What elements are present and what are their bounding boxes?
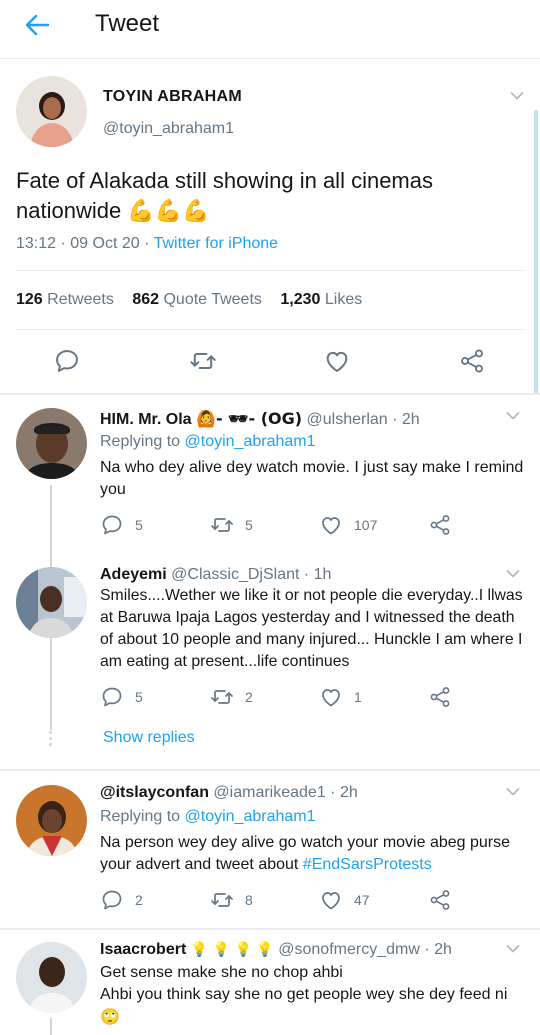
replying-to: Replying to @toyin_abraham1: [100, 808, 316, 825]
reply-icon[interactable]: [53, 347, 81, 375]
like-icon[interactable]: [319, 513, 343, 537]
hashtag-link[interactable]: #EndSarsProtests: [303, 856, 432, 873]
like-icon[interactable]: [319, 685, 343, 709]
reply-actions: 2 8 47: [100, 888, 530, 914]
divider: [0, 393, 540, 395]
like-icon[interactable]: [323, 347, 351, 375]
reply-author[interactable]: Isaacrobert 💡 💡 💡 💡 @sonofmercy_dmw · 2h: [100, 941, 452, 959]
replying-to-link[interactable]: @toyin_abraham1: [185, 808, 316, 825]
chevron-down-icon[interactable]: [506, 569, 520, 579]
share-icon[interactable]: [458, 347, 486, 375]
retweet-icon[interactable]: [210, 513, 234, 537]
replying-to-link[interactable]: @toyin_abraham1: [185, 433, 316, 450]
reply-count: 5: [135, 517, 143, 533]
like-icon[interactable]: [319, 888, 343, 912]
reply-icon[interactable]: [100, 513, 124, 537]
reply-text: Na person wey dey alive go watch your mo…: [100, 834, 510, 873]
author-name[interactable]: TOYIN ABRAHAM: [103, 88, 242, 106]
reply-actions: 5 5 107: [100, 513, 530, 539]
tweet-text: Fate of Alakada still showing in all cin…: [16, 168, 433, 224]
face-emoji: 🙄: [100, 1007, 120, 1026]
tweet-actions: [0, 340, 540, 380]
chevron-down-icon[interactable]: [510, 91, 524, 101]
tweet-source-link[interactable]: Twitter for iPhone: [154, 235, 279, 252]
replying-to: Replying to @toyin_abraham1: [100, 433, 316, 450]
page-title: Tweet: [95, 10, 160, 37]
divider: [16, 329, 524, 330]
avatar[interactable]: [16, 567, 87, 638]
reply-author[interactable]: HIM. Mr. Ola 🙆- 🕶- (OG) @ulsherlan · 2h: [100, 409, 420, 429]
chevron-down-icon[interactable]: [506, 787, 520, 797]
share-icon[interactable]: [428, 888, 452, 912]
retweet-count: 8: [245, 892, 253, 908]
author-handle[interactable]: @toyin_abraham1: [103, 120, 234, 138]
reply-actions: 5 2 1: [100, 685, 530, 711]
top-bar: Tweet: [0, 0, 540, 52]
reply-text: Na who dey alive dey watch movie. I just…: [100, 459, 524, 498]
thread-line: [50, 1018, 52, 1035]
retweet-icon[interactable]: [189, 347, 217, 375]
reply-author[interactable]: Adeyemi @Classic_DjSlant · 1h: [100, 566, 331, 584]
like-count: 1: [354, 689, 362, 705]
reply-author[interactable]: @itslayconfan @iamarikeade1 · 2h: [100, 784, 358, 802]
retweet-icon[interactable]: [210, 685, 234, 709]
back-arrow-icon[interactable]: [22, 10, 52, 40]
thread-dots: [49, 731, 53, 749]
avatar[interactable]: [16, 76, 87, 147]
retweet-count: 5: [245, 517, 253, 533]
share-icon[interactable]: [428, 685, 452, 709]
name-emojis: 🙆- 🕶- (OG): [196, 409, 303, 428]
retweet-count: 2: [245, 689, 253, 705]
avatar[interactable]: [16, 408, 87, 479]
divider: [0, 58, 540, 59]
tweet-meta: 13:12 · 09 Oct 20 · Twitter for iPhone: [16, 235, 278, 253]
reply-count: 2: [135, 892, 143, 908]
reply-icon[interactable]: [100, 685, 124, 709]
likes-stat[interactable]: 1,230 Likes: [280, 291, 362, 308]
reply-text: Smiles....Wether we like it or not peopl…: [100, 587, 523, 670]
chevron-down-icon[interactable]: [506, 944, 520, 954]
reply-icon[interactable]: [100, 888, 124, 912]
divider: [16, 270, 524, 271]
chevron-down-icon[interactable]: [506, 411, 520, 421]
like-count: 47: [354, 892, 370, 908]
like-count: 107: [354, 517, 378, 533]
retweets-stat[interactable]: 126 Retweets: [16, 291, 114, 308]
reply-text: Get sense make she no chop ahbi Ahbi you…: [100, 962, 530, 1028]
avatar[interactable]: [16, 785, 87, 856]
name-emojis: 💡 💡 💡 💡: [190, 942, 274, 958]
share-icon[interactable]: [428, 513, 452, 537]
flexed-biceps-emoji: 💪💪💪: [127, 199, 210, 224]
divider: [0, 928, 540, 930]
reply-count: 5: [135, 689, 143, 705]
retweet-icon[interactable]: [210, 888, 234, 912]
avatar[interactable]: [16, 942, 87, 1013]
divider: [0, 769, 540, 771]
tweet-stats: 126 Retweets 862 Quote Tweets 1,230 Like…: [16, 291, 362, 309]
show-replies-link[interactable]: Show replies: [103, 729, 195, 747]
tweet-timestamp: 13:12 · 09 Oct 20 ·: [16, 235, 154, 252]
quote-tweets-stat[interactable]: 862 Quote Tweets: [132, 291, 262, 308]
